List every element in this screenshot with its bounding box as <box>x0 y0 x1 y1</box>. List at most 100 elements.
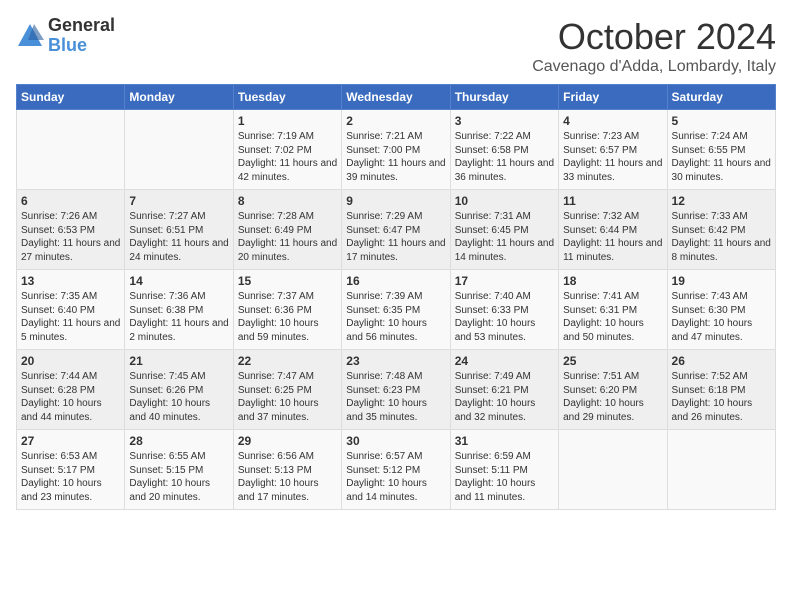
day-number: 7 <box>129 194 228 208</box>
calendar-cell: 16Sunrise: 7:39 AMSunset: 6:35 PMDayligh… <box>342 270 450 350</box>
header-wednesday: Wednesday <box>342 85 450 110</box>
day-info: Sunrise: 7:48 AMSunset: 6:23 PMDaylight:… <box>346 370 445 424</box>
day-number: 4 <box>563 114 662 128</box>
day-info: Sunrise: 6:57 AMSunset: 5:12 PMDaylight:… <box>346 450 445 504</box>
day-number: 14 <box>129 274 228 288</box>
header-sunday: Sunday <box>17 85 125 110</box>
calendar-cell: 29Sunrise: 6:56 AMSunset: 5:13 PMDayligh… <box>233 430 341 510</box>
calendar-cell: 30 Sunrise: 6:57 AMSunset: 5:12 PMDayligh… <box>342 430 450 510</box>
header-friday: Friday <box>559 85 667 110</box>
calendar-cell: 23 Sunrise: 7:48 AMSunset: 6:23 PMDayligh… <box>342 350 450 430</box>
calendar-cell: 11 Sunrise: 7:32 AMSunset: 6:44 PMDayligh… <box>559 190 667 270</box>
day-info: Sunrise: 7:52 AMSunset: 6:18 PMDaylight:… <box>672 370 771 424</box>
calendar-cell: 1 Sunrise: 7:19 AMSunset: 7:02 PMDaylight… <box>233 110 341 190</box>
day-number: 16 <box>346 274 445 288</box>
day-info: Sunrise: 7:37 AMSunset: 6:36 PMDaylight:… <box>238 290 337 344</box>
calendar-cell: 25 Sunrise: 7:51 AMSunset: 6:20 PMDayligh… <box>559 350 667 430</box>
calendar-cell: 31 Sunrise: 6:59 AMSunset: 5:11 PMDayligh… <box>450 430 558 510</box>
location-title: Cavenago d'Adda, Lombardy, Italy <box>532 58 776 76</box>
day-number: 23 <box>346 354 445 368</box>
day-number: 30 <box>346 434 445 448</box>
header-saturday: Saturday <box>667 85 775 110</box>
calendar-cell: 13 Sunrise: 7:35 AMSunset: 6:40 PMDayligh… <box>17 270 125 350</box>
logo-blue-text: Blue <box>48 36 115 56</box>
calendar-cell <box>17 110 125 190</box>
calendar-cell: 19 Sunrise: 7:43 AMSunset: 6:30 PMDayligh… <box>667 270 775 350</box>
day-info: Sunrise: 7:41 AMSunset: 6:31 PMDaylight:… <box>563 290 662 344</box>
logo: General Blue <box>16 16 115 56</box>
day-number: 12 <box>672 194 771 208</box>
day-number: 6 <box>21 194 120 208</box>
calendar-cell: 3Sunrise: 7:22 AMSunset: 6:58 PMDaylight… <box>450 110 558 190</box>
day-number: 1 <box>238 114 337 128</box>
day-number: 26 <box>672 354 771 368</box>
day-info: Sunrise: 7:32 AMSunset: 6:44 PMDaylight:… <box>563 210 662 264</box>
logo-text: General Blue <box>48 16 115 56</box>
day-info: Sunrise: 6:55 AMSunset: 5:15 PMDaylight:… <box>129 450 228 504</box>
day-number: 8 <box>238 194 337 208</box>
day-number: 25 <box>563 354 662 368</box>
calendar-cell <box>125 110 233 190</box>
day-number: 29 <box>238 434 337 448</box>
day-info: Sunrise: 7:33 AMSunset: 6:42 PMDaylight:… <box>672 210 771 264</box>
header-thursday: Thursday <box>450 85 558 110</box>
day-info: Sunrise: 7:44 AMSunset: 6:28 PMDaylight:… <box>21 370 120 424</box>
calendar-cell: 21Sunrise: 7:45 AMSunset: 6:26 PMDayligh… <box>125 350 233 430</box>
calendar-cell: 8 Sunrise: 7:28 AMSunset: 6:49 PMDaylight… <box>233 190 341 270</box>
day-info: Sunrise: 7:19 AMSunset: 7:02 PMDaylight:… <box>238 130 337 184</box>
calendar-cell: 15Sunrise: 7:37 AMSunset: 6:36 PMDayligh… <box>233 270 341 350</box>
calendar-cell: 24Sunrise: 7:49 AMSunset: 6:21 PMDayligh… <box>450 350 558 430</box>
calendar-cell: 2 Sunrise: 7:21 AMSunset: 7:00 PMDaylight… <box>342 110 450 190</box>
calendar-week-row: 6Sunrise: 7:26 AMSunset: 6:53 PMDaylight… <box>17 190 776 270</box>
day-info: Sunrise: 7:28 AMSunset: 6:49 PMDaylight:… <box>238 210 337 264</box>
calendar-cell: 28 Sunrise: 6:55 AMSunset: 5:15 PMDayligh… <box>125 430 233 510</box>
calendar-cell <box>559 430 667 510</box>
calendar-cell: 9Sunrise: 7:29 AMSunset: 6:47 PMDaylight… <box>342 190 450 270</box>
page-header: General Blue October 2024 Cavenago d'Add… <box>16 16 776 76</box>
logo-icon <box>16 22 44 50</box>
calendar-cell: 5 Sunrise: 7:24 AMSunset: 6:55 PMDaylight… <box>667 110 775 190</box>
calendar-cell: 26 Sunrise: 7:52 AMSunset: 6:18 PMDayligh… <box>667 350 775 430</box>
day-number: 22 <box>238 354 337 368</box>
day-info: Sunrise: 7:51 AMSunset: 6:20 PMDaylight:… <box>563 370 662 424</box>
calendar-cell: 4Sunrise: 7:23 AMSunset: 6:57 PMDaylight… <box>559 110 667 190</box>
day-number: 17 <box>455 274 554 288</box>
calendar-cell: 14 Sunrise: 7:36 AMSunset: 6:38 PMDayligh… <box>125 270 233 350</box>
month-title: October 2024 <box>532 16 776 58</box>
calendar-cell: 20 Sunrise: 7:44 AMSunset: 6:28 PMDayligh… <box>17 350 125 430</box>
calendar-cell: 10Sunrise: 7:31 AMSunset: 6:45 PMDayligh… <box>450 190 558 270</box>
day-info: Sunrise: 7:43 AMSunset: 6:30 PMDaylight:… <box>672 290 771 344</box>
day-number: 27 <box>21 434 120 448</box>
day-number: 21 <box>129 354 228 368</box>
calendar-header-row: SundayMondayTuesdayWednesdayThursdayFrid… <box>17 85 776 110</box>
header-monday: Monday <box>125 85 233 110</box>
day-info: Sunrise: 6:59 AMSunset: 5:11 PMDaylight:… <box>455 450 554 504</box>
day-number: 5 <box>672 114 771 128</box>
calendar-week-row: 20 Sunrise: 7:44 AMSunset: 6:28 PMDayligh… <box>17 350 776 430</box>
header-tuesday: Tuesday <box>233 85 341 110</box>
day-number: 13 <box>21 274 120 288</box>
logo-general-text: General <box>48 16 115 36</box>
day-number: 31 <box>455 434 554 448</box>
calendar-cell <box>667 430 775 510</box>
day-info: Sunrise: 7:24 AMSunset: 6:55 PMDaylight:… <box>672 130 771 184</box>
day-number: 19 <box>672 274 771 288</box>
day-number: 20 <box>21 354 120 368</box>
day-number: 2 <box>346 114 445 128</box>
calendar-week-row: 13 Sunrise: 7:35 AMSunset: 6:40 PMDayligh… <box>17 270 776 350</box>
day-number: 3 <box>455 114 554 128</box>
day-number: 9 <box>346 194 445 208</box>
day-number: 18 <box>563 274 662 288</box>
calendar-cell: 18 Sunrise: 7:41 AMSunset: 6:31 PMDayligh… <box>559 270 667 350</box>
day-info: Sunrise: 7:35 AMSunset: 6:40 PMDaylight:… <box>21 290 120 344</box>
day-number: 28 <box>129 434 228 448</box>
day-info: Sunrise: 7:49 AMSunset: 6:21 PMDaylight:… <box>455 370 554 424</box>
calendar-table: SundayMondayTuesdayWednesdayThursdayFrid… <box>16 84 776 510</box>
day-info: Sunrise: 7:47 AMSunset: 6:25 PMDaylight:… <box>238 370 337 424</box>
calendar-cell: 27 Sunrise: 6:53 AMSunset: 5:17 PMDayligh… <box>17 430 125 510</box>
day-info: Sunrise: 7:27 AMSunset: 6:51 PMDaylight:… <box>129 210 228 264</box>
day-info: Sunrise: 6:53 AMSunset: 5:17 PMDaylight:… <box>21 450 120 504</box>
day-info: Sunrise: 7:21 AMSunset: 7:00 PMDaylight:… <box>346 130 445 184</box>
day-info: Sunrise: 7:36 AMSunset: 6:38 PMDaylight:… <box>129 290 228 344</box>
day-number: 11 <box>563 194 662 208</box>
